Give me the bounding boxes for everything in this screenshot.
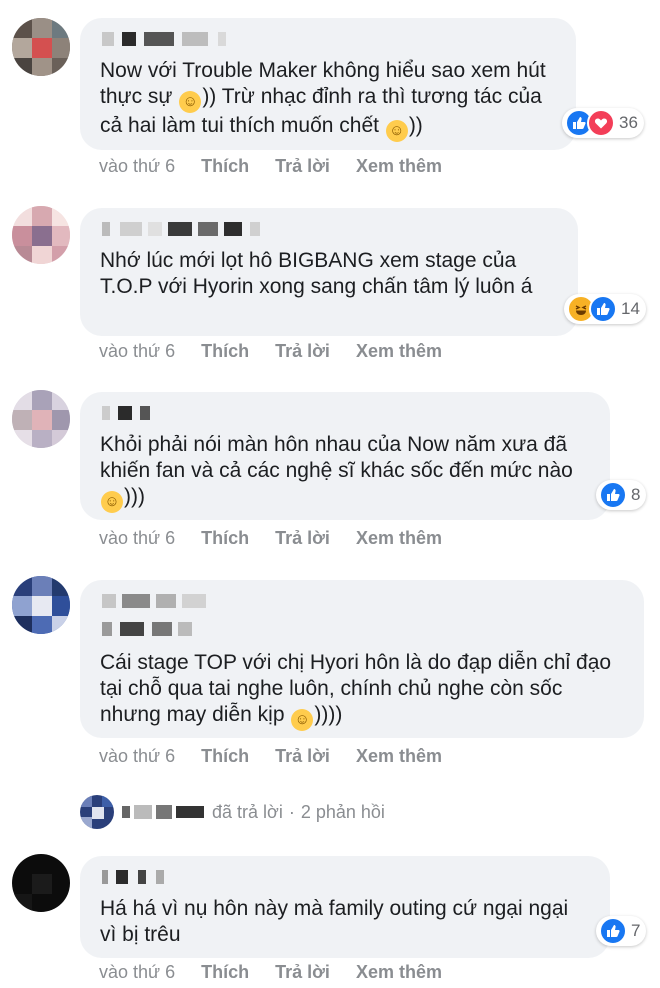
- author-name-redacted[interactable]: [102, 222, 260, 238]
- comment-text: Cái stage TOP với chị Hyori hôn là do đạ…: [100, 650, 620, 731]
- like-button[interactable]: Thích: [201, 156, 249, 177]
- avatar[interactable]: [12, 390, 70, 448]
- separator: ·: [288, 801, 295, 822]
- view-replies-link[interactable]: đã trả lời · 2 phản hồi: [80, 795, 385, 829]
- blush-emoji-icon: ☺: [101, 491, 123, 513]
- reply-count: 2 phản hồi: [300, 801, 385, 822]
- reply-author-redacted: [122, 805, 204, 819]
- timestamp[interactable]: vào thứ 6: [99, 341, 175, 362]
- like-button[interactable]: Thích: [201, 962, 249, 983]
- comment-actions: vào thứ 6 Thích Trả lời Xem thêm: [99, 962, 442, 983]
- like-button[interactable]: Thích: [201, 341, 249, 362]
- timestamp[interactable]: vào thứ 6: [99, 156, 175, 177]
- smile-emoji-icon: ☺: [385, 120, 408, 142]
- reactions-summary[interactable]: 36: [562, 108, 644, 138]
- avatar[interactable]: [12, 576, 70, 634]
- author-name-redacted[interactable]: [102, 32, 226, 48]
- reaction-count: 8: [631, 485, 641, 504]
- comment-text: Nhớ lúc mới lọt hô BIGBANG xem stage của…: [100, 249, 533, 298]
- comment-text: Há há vì nụ hôn này mà family outing cứ …: [100, 897, 569, 946]
- love-icon: [587, 109, 615, 137]
- like-icon: [589, 295, 617, 323]
- comment-bubble: Há há vì nụ hôn này mà family outing cứ …: [80, 856, 610, 958]
- reactions-summary[interactable]: 14: [564, 294, 646, 324]
- comment-actions: vào thứ 6 Thích Trả lời Xem thêm: [99, 341, 442, 362]
- author-name-redacted[interactable]: [102, 594, 206, 610]
- comment-text: Now với Trouble Maker không hiểu sao xem…: [100, 58, 552, 142]
- comment-bubble: Khỏi phải nói màn hôn nhau của Now năm x…: [80, 392, 610, 520]
- avatar[interactable]: [12, 206, 70, 264]
- reaction-count: 14: [621, 299, 640, 318]
- comment-actions: vào thứ 6 Thích Trả lời Xem thêm: [99, 746, 442, 767]
- like-button[interactable]: Thích: [201, 528, 249, 549]
- reply-button[interactable]: Trả lời: [275, 528, 330, 549]
- avatar[interactable]: [12, 854, 70, 912]
- comment-actions: vào thứ 6 Thích Trả lời Xem thêm: [99, 156, 442, 177]
- replied-label: đã trả lời: [212, 801, 283, 822]
- reactions-summary[interactable]: 7: [596, 916, 647, 946]
- see-more-button[interactable]: Xem thêm: [356, 341, 442, 362]
- see-more-button[interactable]: Xem thêm: [356, 962, 442, 983]
- reaction-count: 7: [631, 921, 641, 940]
- see-more-button[interactable]: Xem thêm: [356, 746, 442, 767]
- comment-bubble: Cái stage TOP với chị Hyori hôn là do đạ…: [80, 580, 644, 738]
- smile-emoji-icon: ☺: [179, 91, 202, 113]
- reply-button[interactable]: Trả lời: [275, 156, 330, 177]
- author-name-redacted-line-2[interactable]: [102, 622, 192, 638]
- timestamp[interactable]: vào thứ 6: [99, 746, 175, 767]
- author-name-redacted[interactable]: [102, 870, 164, 886]
- comment-text: Khỏi phải nói màn hôn nhau của Now năm x…: [100, 432, 586, 513]
- blush-emoji-icon: ☺: [291, 709, 314, 731]
- reply-button[interactable]: Trả lời: [275, 962, 330, 983]
- avatar[interactable]: [12, 18, 70, 76]
- comment-bubble: Now với Trouble Maker không hiểu sao xem…: [80, 18, 576, 150]
- comment-actions: vào thứ 6 Thích Trả lời Xem thêm: [99, 528, 442, 549]
- reactions-summary[interactable]: 8: [596, 480, 647, 510]
- reply-button[interactable]: Trả lời: [275, 341, 330, 362]
- comment-bubble: Nhớ lúc mới lọt hô BIGBANG xem stage của…: [80, 208, 578, 336]
- like-icon: [599, 481, 627, 509]
- see-more-button[interactable]: Xem thêm: [356, 528, 442, 549]
- see-more-button[interactable]: Xem thêm: [356, 156, 442, 177]
- like-icon: [599, 917, 627, 945]
- timestamp[interactable]: vào thứ 6: [99, 528, 175, 549]
- reply-avatar: [80, 795, 114, 829]
- reaction-count: 36: [619, 113, 638, 132]
- reply-button[interactable]: Trả lời: [275, 746, 330, 767]
- timestamp[interactable]: vào thứ 6: [99, 962, 175, 983]
- like-button[interactable]: Thích: [201, 746, 249, 767]
- author-name-redacted[interactable]: [102, 406, 150, 422]
